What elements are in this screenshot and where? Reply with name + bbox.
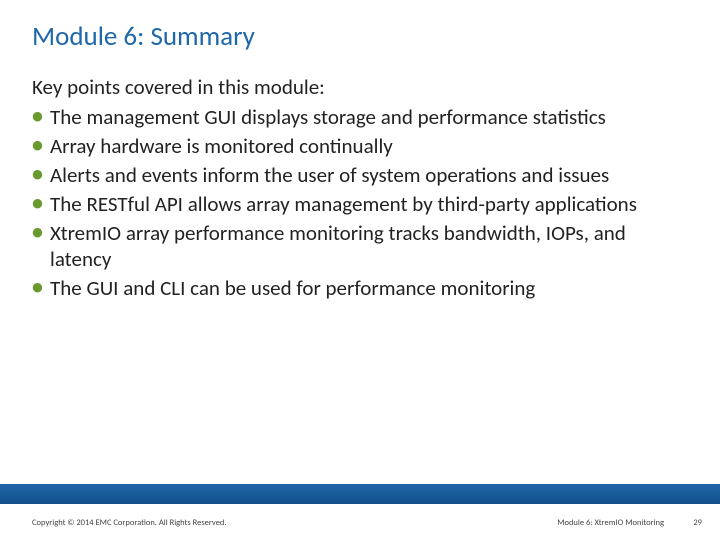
slide: Module 6: Summary Key points covered in …: [0, 0, 720, 540]
list-item: The GUI and CLI can be used for performa…: [32, 275, 688, 302]
logo-superscript: 2: [692, 441, 696, 448]
footer-bar: EMC2: [0, 484, 720, 504]
module-label: Module 6: XtremIO Monitoring: [557, 518, 664, 528]
copyright-text: Copyright © 2014 EMC Corporation. All Ri…: [32, 518, 227, 528]
list-item: Alerts and events inform the user of sys…: [32, 162, 688, 189]
list-item: The RESTful API allows array management …: [32, 191, 688, 218]
intro-text: Key points covered in this module:: [32, 74, 688, 100]
list-item: XtremIO array performance monitoring tra…: [32, 220, 688, 274]
logo-main: EMC: [649, 443, 691, 464]
list-item: Array hardware is monitored continually: [32, 133, 688, 160]
logo-text: EMC2: [649, 443, 696, 464]
emc-logo: EMC2: [649, 443, 696, 464]
list-item: The management GUI displays storage and …: [32, 104, 688, 131]
slide-title: Module 6: Summary: [32, 20, 255, 53]
bullet-list: The management GUI displays storage and …: [32, 104, 688, 302]
page-number: 29: [693, 518, 702, 528]
content-area: Key points covered in this module: The m…: [32, 74, 688, 304]
